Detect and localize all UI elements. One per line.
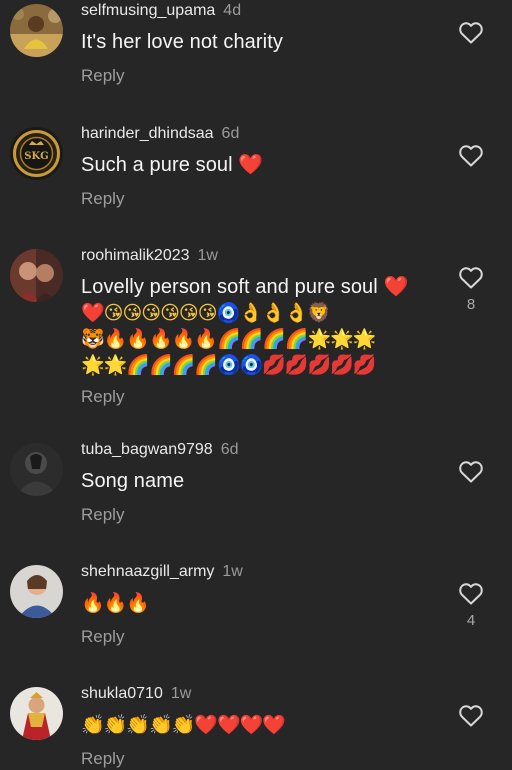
comment-meta: selfmusing_upama 4d [81,1,442,21]
comment-text: It's her love not charity [81,31,283,53]
comment-body: shukla0710 1w 👏👏👏👏👏❤️❤️❤️❤️ Reply [81,684,442,770]
avatar-image-icon [10,443,63,496]
timestamp: 1w [170,685,192,702]
like-area [446,21,496,45]
avatar[interactable] [10,687,63,740]
avatar[interactable] [10,249,63,302]
emoji-line: 🐯🔥🔥🔥🔥🔥🌈🌈🌈🌈🌟🌟🌟 [81,328,377,350]
username[interactable]: harinder_dhindsaa [81,125,214,142]
like-area: 4 [446,582,496,629]
heart-outline-icon[interactable] [458,460,484,484]
comment-text: Song name [81,470,185,492]
reply-button[interactable]: Reply [81,504,442,526]
avatar[interactable]: SKG [10,127,63,180]
reply-button[interactable]: Reply [81,748,442,770]
avatar-image-icon [10,565,63,618]
username[interactable]: roohimalik2023 [81,247,190,264]
heart-outline-icon[interactable] [458,582,484,606]
comment-text: 🔥🔥🔥 [81,592,150,614]
heart-outline-icon[interactable] [458,704,484,728]
badge-text: SKG [24,151,48,162]
comment-text: 👏👏👏👏👏❤️❤️❤️❤️ [81,714,286,736]
comment-body: selfmusing_upama 4d It's her love not cha… [81,1,442,87]
heart-outline-icon[interactable] [458,21,484,45]
username[interactable]: shehnaazgill_army [81,563,214,580]
username[interactable]: tuba_bagwan9798 [81,441,213,458]
comment-body: tuba_bagwan9798 6d Song name Reply [81,440,442,526]
emoji-line: ❤️😘😘😘😘😘😘🧿👌👌👌🦁 [81,302,331,324]
avatar-image-icon [10,687,63,740]
comment-body: shehnaazgill_army 1w 🔥🔥🔥 Reply [81,562,442,648]
timestamp: 1w [197,247,218,264]
timestamp: 6d [220,441,239,458]
comment-meta: harinder_dhindsaa 6d [81,124,442,144]
avatar-image-icon [10,249,63,302]
comments-list: selfmusing_upama 4d It's her love not cha… [0,0,512,768]
username[interactable]: selfmusing_upama [81,2,215,19]
avatar-image-icon [10,4,63,57]
like-count: 8 [466,296,476,313]
avatar[interactable] [10,4,63,57]
like-area [446,460,496,484]
comment-body: harinder_dhindsaa 6d Such a pure soul ❤️ … [81,124,442,210]
reply-button[interactable]: Reply [81,65,442,87]
comment-text: Such a pure soul ❤️ [81,154,264,176]
like-area [446,144,496,168]
reply-button[interactable]: Reply [81,188,442,210]
timestamp: 1w [222,563,243,580]
username[interactable]: shukla0710 [81,685,163,702]
timestamp: 4d [223,2,242,19]
heart-outline-icon[interactable] [458,144,484,168]
comment-meta: shehnaazgill_army 1w [81,562,442,582]
comment-text: Lovelly person soft and pure soul ❤️ [81,276,409,298]
comment-meta: tuba_bagwan9798 6d [81,440,442,460]
avatar[interactable] [10,443,63,496]
like-count: 4 [466,612,476,629]
comment-meta: roohimalik2023 1w [81,246,428,266]
reply-button[interactable]: Reply [81,626,442,648]
avatar-badge-icon: SKG [10,127,63,180]
avatar[interactable] [10,565,63,618]
like-area: 8 [446,266,496,313]
timestamp: 6d [221,125,240,142]
comment-meta: shukla0710 1w [81,684,442,704]
heart-outline-icon[interactable] [458,266,484,290]
emoji-line: 🌟🌟🌈🌈🌈🌈🧿🧿💋💋💋💋💋 [81,354,377,376]
reply-button[interactable]: Reply [81,386,428,408]
like-area [446,704,496,728]
comment-body: roohimalik2023 1w Lovelly person soft and… [81,246,428,408]
